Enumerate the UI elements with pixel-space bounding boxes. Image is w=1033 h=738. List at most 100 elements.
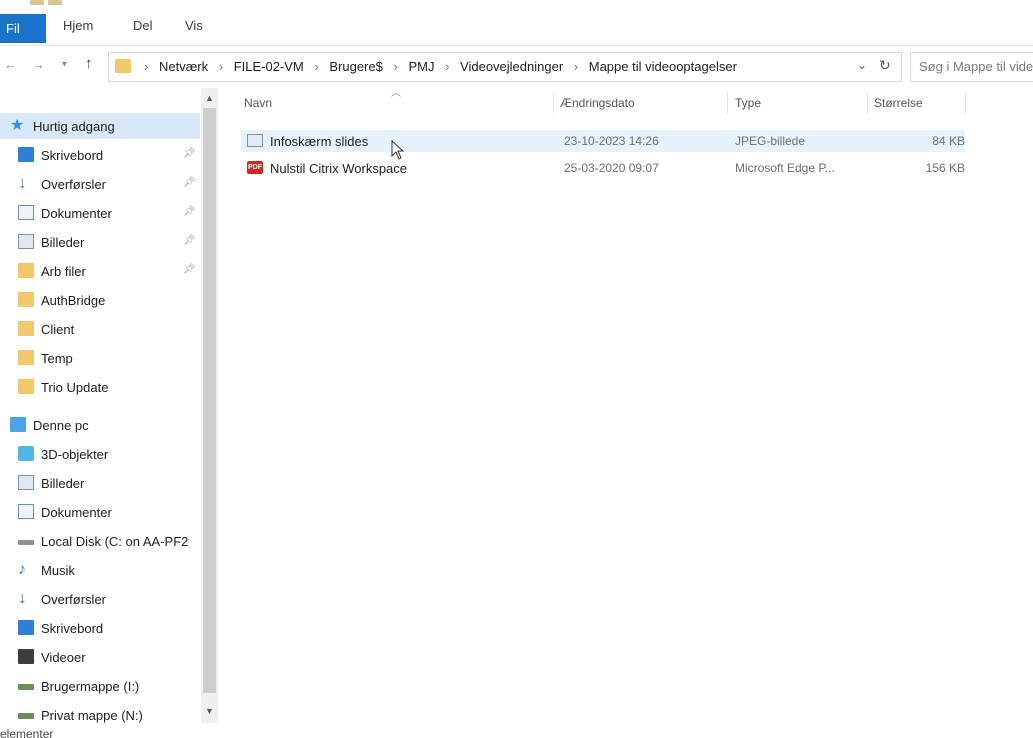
- sidebar-item-quick-access[interactable]: ★ Hurtig adgang: [0, 113, 200, 139]
- column-header-type[interactable]: Type: [735, 96, 761, 110]
- pictures-icon: [18, 475, 34, 490]
- column-divider[interactable]: [867, 92, 868, 114]
- pin-icon[interactable]: 📌︎: [183, 177, 196, 188]
- column-divider[interactable]: [727, 92, 728, 114]
- sidebar-item-arb-filer[interactable]: Arb filer 📌︎: [0, 258, 200, 284]
- sidebar-item-brugermappe[interactable]: Brugermappe (I:): [0, 673, 200, 699]
- up-icon[interactable]: ↑: [85, 55, 93, 72]
- sidebar-item-label: Local Disk (C: on AA-PF2: [41, 534, 189, 549]
- breadcrumb-videovejledninger[interactable]: Videovejledninger: [460, 59, 563, 74]
- pin-icon[interactable]: 📌︎: [183, 206, 196, 217]
- sidebar-item-billeder[interactable]: Billeder 📌︎: [0, 229, 200, 255]
- breadcrumb-separator[interactable]: ›: [393, 59, 397, 74]
- recent-locations-icon[interactable]: ▾: [62, 59, 67, 70]
- sidebar-item-authbridge[interactable]: AuthBridge: [0, 287, 200, 313]
- sidebar-item-label: Videoer: [41, 650, 86, 665]
- network-drive-icon: [18, 713, 34, 719]
- sidebar-item-label: Billeder: [41, 235, 85, 250]
- file-size: 156 KB: [925, 161, 965, 175]
- scrollbar-thumb[interactable]: [203, 108, 216, 693]
- address-bar[interactable]: › Netværk › FILE-02-VM › Brugere$ › PMJ …: [108, 52, 902, 82]
- pdf-file-icon: PDF: [247, 161, 263, 174]
- search-box[interactable]: [910, 52, 1033, 82]
- scroll-down-icon[interactable]: ▼: [205, 706, 214, 716]
- breadcrumb-separator[interactable]: ›: [574, 59, 578, 74]
- column-header-date[interactable]: Ændringsdato: [560, 96, 635, 110]
- sidebar-item-skrivebord[interactable]: Skrivebord 📌︎: [0, 142, 200, 168]
- folder-icon: [18, 263, 34, 278]
- sidebar-item-overforsler[interactable]: ↓ Overførsler 📌︎: [0, 171, 200, 197]
- sidebar-item-overforsler-pc[interactable]: ↓ Overførsler: [0, 586, 200, 612]
- navigation-scrollbar[interactable]: ▲ ▼: [201, 88, 218, 723]
- sidebar-item-dokumenter-pc[interactable]: Dokumenter: [0, 499, 200, 525]
- pin-icon[interactable]: 📌︎: [183, 264, 196, 275]
- download-icon: ↓: [18, 588, 27, 607]
- breadcrumb-mappe-til-videooptagelser[interactable]: Mappe til videooptagelser: [589, 59, 737, 74]
- sidebar-item-label: Hurtig adgang: [33, 119, 115, 134]
- sidebar-item-label: Musik: [41, 563, 75, 578]
- sidebar-item-dokumenter[interactable]: Dokumenter 📌︎: [0, 200, 200, 226]
- sidebar-item-videoer[interactable]: Videoer: [0, 644, 200, 670]
- download-icon: ↓: [18, 173, 27, 192]
- breadcrumb-separator[interactable]: ›: [219, 59, 223, 74]
- chevron-down-icon[interactable]: ⌄: [857, 58, 867, 72]
- sidebar-item-local-disk[interactable]: Local Disk (C: on AA-PF2: [0, 528, 200, 554]
- sidebar-item-client[interactable]: Client: [0, 316, 200, 342]
- folder-icon: [18, 292, 34, 307]
- breadcrumb-brugere[interactable]: Brugere$: [329, 59, 382, 74]
- file-row[interactable]: PDF Nulstil Citrix Workspace 25-03-2020 …: [241, 157, 965, 179]
- column-header-size[interactable]: Størrelse: [874, 96, 923, 110]
- breadcrumb: › Netværk › FILE-02-VM › Brugere$ › PMJ …: [137, 59, 737, 74]
- star-icon: ★: [10, 117, 25, 134]
- folder-icon[interactable]: [48, 0, 62, 5]
- forward-icon[interactable]: →: [32, 57, 45, 72]
- ribbon: Fil Hjem Del Vis: [0, 10, 1033, 46]
- sidebar-item-privat-mappe[interactable]: Privat mappe (N:): [0, 702, 200, 728]
- tab-view[interactable]: Vis: [185, 18, 203, 33]
- file-row[interactable]: Infoskærm slides 23-10-2023 14:26 JPEG-b…: [241, 130, 965, 152]
- sidebar-item-label: Brugermappe (I:): [41, 679, 140, 694]
- column-divider[interactable]: [553, 92, 554, 114]
- tab-file[interactable]: Fil: [0, 14, 46, 43]
- breadcrumb-file-02-vm[interactable]: FILE-02-VM: [234, 59, 304, 74]
- pin-icon[interactable]: 📌︎: [183, 235, 196, 246]
- file-type: JPEG-billede: [735, 134, 806, 148]
- folder-icon: [18, 379, 34, 394]
- scroll-up-icon[interactable]: ▲: [205, 93, 214, 103]
- column-header-name[interactable]: Navn: [244, 96, 272, 110]
- sidebar-item-temp[interactable]: Temp: [0, 345, 200, 371]
- back-icon[interactable]: ←: [4, 57, 17, 72]
- pin-icon[interactable]: 📌︎: [183, 148, 196, 159]
- breadcrumb-netvaerk[interactable]: Netværk: [159, 59, 208, 74]
- network-drive-icon: [18, 684, 34, 690]
- mouse-cursor-icon: [391, 140, 405, 160]
- tab-home[interactable]: Hjem: [63, 18, 93, 33]
- file-type: Microsoft Edge P...: [735, 161, 835, 175]
- folder-icon: [18, 350, 34, 365]
- desktop-icon: [18, 620, 34, 635]
- sidebar-item-billeder-pc[interactable]: Billeder: [0, 470, 200, 496]
- search-input[interactable]: [919, 59, 1033, 74]
- sort-ascending-icon: ︿: [391, 88, 401, 99]
- navigation-pane: ★ Hurtig adgang Skrivebord 📌︎ ↓ Overførs…: [0, 86, 218, 726]
- column-divider[interactable]: [965, 92, 966, 114]
- sidebar-item-label: Arb filer: [41, 264, 86, 279]
- tab-share[interactable]: Del: [133, 18, 153, 33]
- address-toolbar: ← → ▾ ↑ › Netværk › FILE-02-VM › Brugere…: [0, 46, 1033, 86]
- breadcrumb-separator[interactable]: ›: [445, 59, 449, 74]
- breadcrumb-separator[interactable]: ›: [144, 59, 148, 74]
- sidebar-item-trio-update[interactable]: Trio Update: [0, 374, 200, 400]
- documents-icon: [18, 205, 34, 220]
- breadcrumb-pmj[interactable]: PMJ: [408, 59, 434, 74]
- drive-icon: [18, 540, 34, 545]
- breadcrumb-separator[interactable]: ›: [314, 59, 318, 74]
- status-text: elementer: [0, 727, 54, 738]
- sidebar-item-label: Dokumenter: [41, 505, 112, 520]
- sidebar-item-skrivebord-pc[interactable]: Skrivebord: [0, 615, 200, 641]
- refresh-icon[interactable]: ↻: [879, 57, 891, 74]
- sidebar-item-musik[interactable]: ♪ Musik: [0, 557, 200, 583]
- file-name: Nulstil Citrix Workspace: [270, 161, 408, 176]
- sidebar-item-3d-objekter[interactable]: 3D-objekter: [0, 441, 200, 467]
- folder-icon[interactable]: [30, 0, 44, 5]
- sidebar-item-this-pc[interactable]: Denne pc: [0, 412, 200, 438]
